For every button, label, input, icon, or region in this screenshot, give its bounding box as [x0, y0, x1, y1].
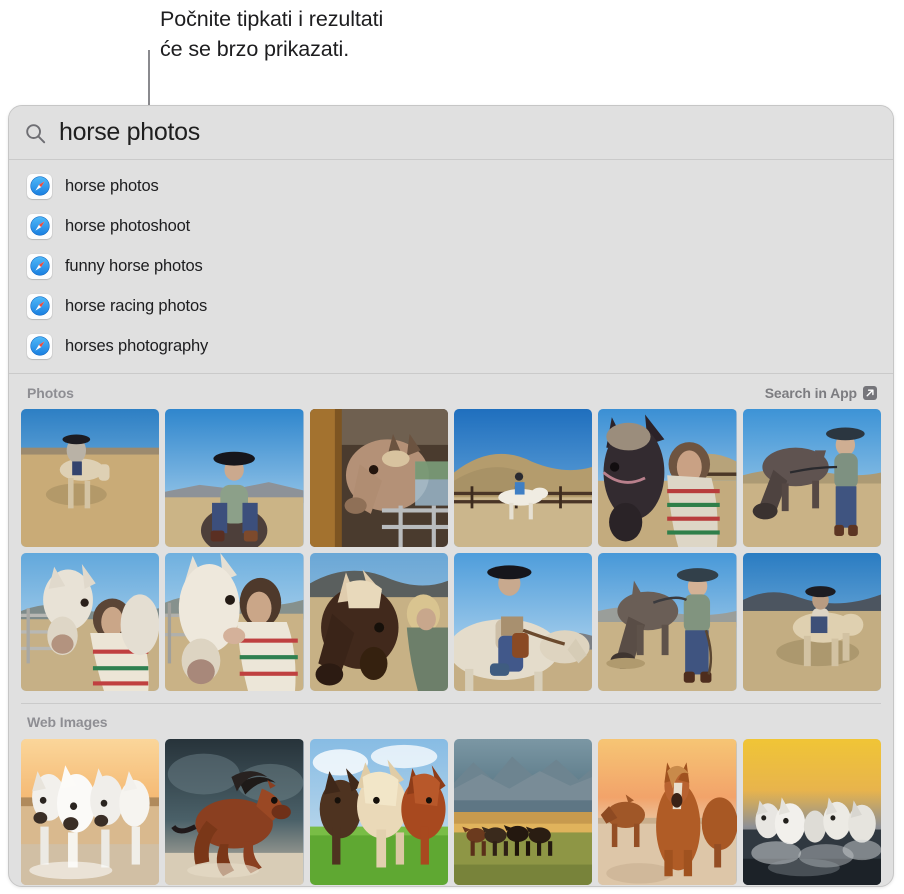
photos-grid-row-1: [9, 409, 893, 547]
safari-icon: [27, 333, 52, 359]
photo-thumbnail[interactable]: [309, 553, 448, 691]
photo-thumbnail[interactable]: [165, 553, 304, 691]
suggestion-label: horse photoshoot: [65, 216, 191, 235]
photo-thumbnail[interactable]: [21, 409, 160, 547]
list-item[interactable]: horse photoshoot: [9, 206, 893, 246]
list-item[interactable]: funny horse photos: [9, 246, 893, 286]
web-image-thumbnail[interactable]: [21, 739, 160, 885]
suggestion-label: funny horse photos: [65, 256, 203, 275]
photo-thumbnail[interactable]: [598, 553, 737, 691]
list-item[interactable]: horse photos: [9, 166, 893, 206]
suggestion-label: horse racing photos: [65, 296, 208, 315]
photo-thumbnail[interactable]: [742, 553, 881, 691]
web-images-section-header: Web Images: [9, 704, 893, 739]
web-images-grid: [9, 739, 893, 885]
web-image-thumbnail[interactable]: [165, 739, 304, 885]
web-image-thumbnail[interactable]: [598, 739, 737, 885]
search-input[interactable]: horse photos: [59, 120, 200, 145]
web-images-section-title: Web Images: [27, 714, 108, 730]
photos-section-title: Photos: [27, 385, 74, 401]
photos-grid-row-2: [9, 553, 893, 691]
callout-leader-line: [148, 50, 150, 112]
web-image-thumbnail[interactable]: [742, 739, 881, 885]
photo-thumbnail[interactable]: [742, 409, 881, 547]
safari-icon: [27, 213, 52, 239]
photo-thumbnail[interactable]: [598, 409, 737, 547]
suggestion-label: horses photography: [65, 336, 209, 355]
search-bar[interactable]: horse photos: [9, 106, 893, 160]
spotlight-panel: horse photos horse photos horse photosho…: [8, 105, 894, 887]
arrow-up-right-box-icon: [863, 386, 877, 400]
safari-icon: [27, 253, 52, 279]
photo-thumbnail[interactable]: [309, 409, 448, 547]
callout-annotation-text: Počnite tipkati i rezultati će se brzo p…: [160, 7, 384, 61]
search-in-app-label: Search in App: [764, 385, 857, 401]
search-icon: [25, 123, 46, 144]
suggestions-list: horse photos horse photoshoot funny hors…: [9, 160, 893, 374]
photo-thumbnail[interactable]: [453, 409, 593, 547]
photos-section-header: Photos Search in App: [9, 374, 893, 409]
list-item[interactable]: horse racing photos: [9, 286, 893, 326]
safari-icon: [27, 293, 52, 319]
photo-thumbnail[interactable]: [165, 409, 304, 547]
web-image-thumbnail[interactable]: [309, 739, 448, 885]
photo-thumbnail[interactable]: [21, 553, 160, 691]
web-image-thumbnail[interactable]: [453, 739, 593, 885]
screenshot-root: Počnite tipkati i rezultati će se brzo p…: [0, 0, 904, 894]
list-item[interactable]: horses photography: [9, 326, 893, 366]
safari-icon: [27, 173, 52, 199]
search-in-app-button[interactable]: Search in App: [765, 385, 877, 401]
photo-thumbnail[interactable]: [453, 553, 593, 691]
suggestion-label: horse photos: [65, 176, 159, 195]
